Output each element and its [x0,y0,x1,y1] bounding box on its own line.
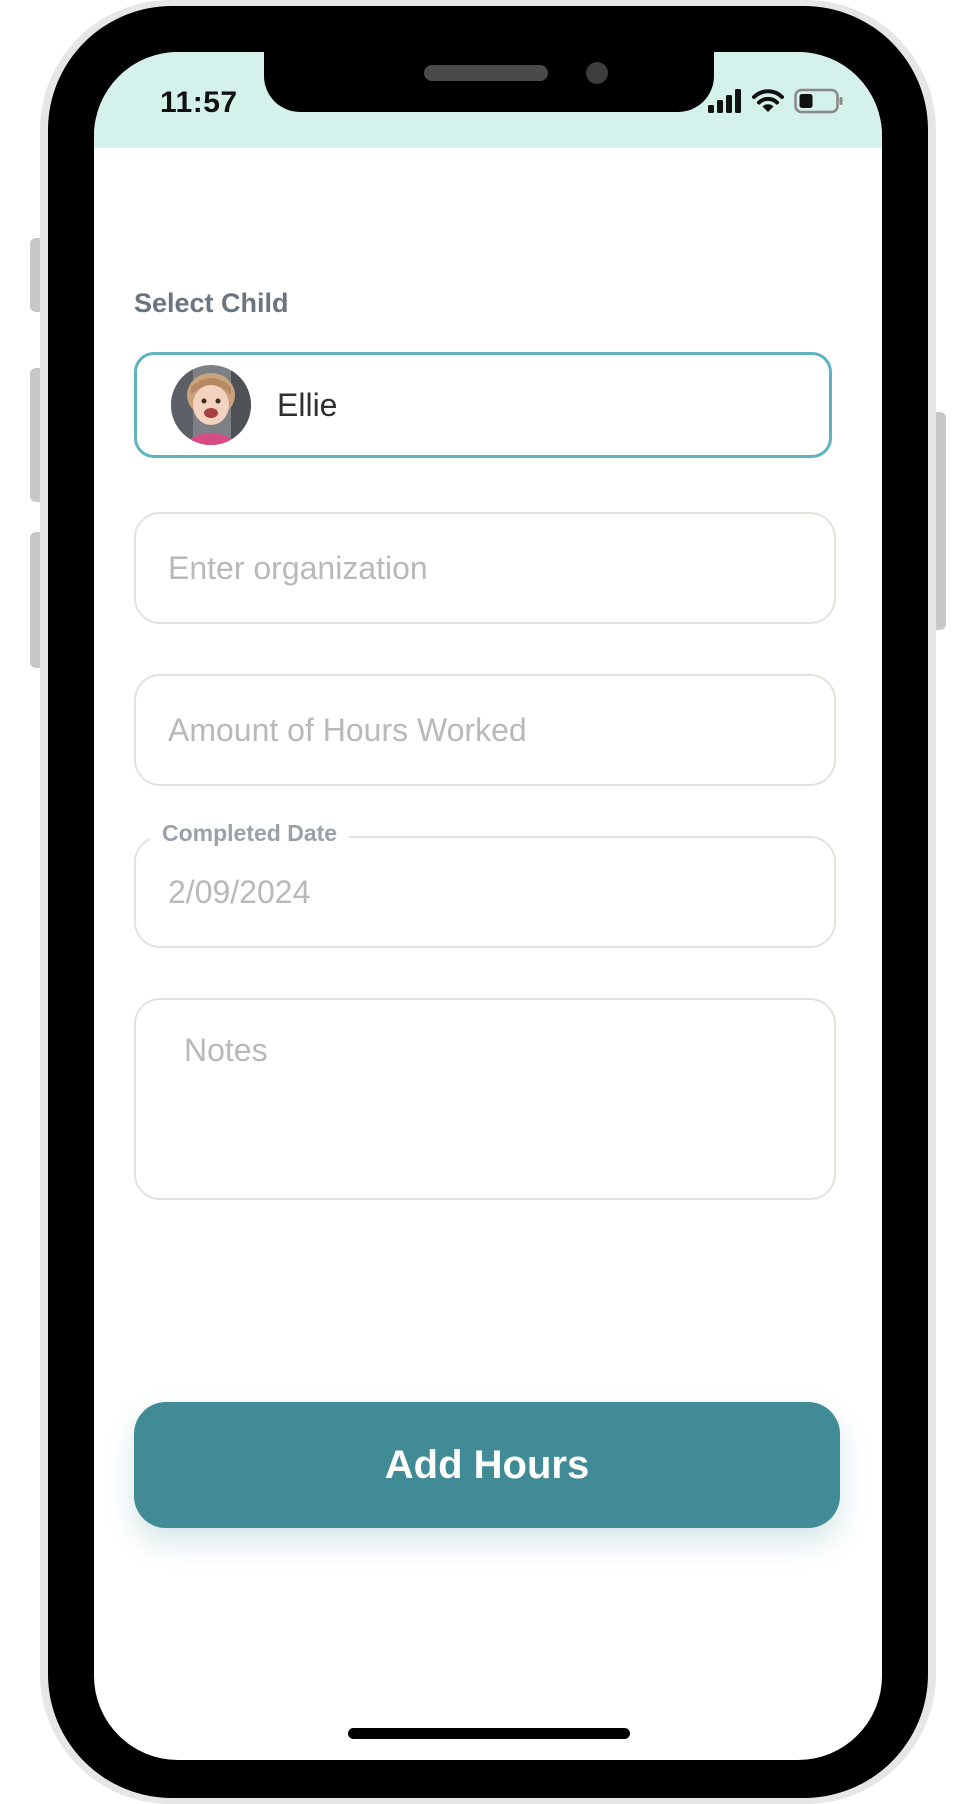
organization-input[interactable] [168,514,788,622]
selected-child-name: Ellie [277,386,338,423]
status-icons [708,88,844,119]
hours-field [134,674,836,786]
hours-worked-input[interactable] [168,676,788,784]
avatar [171,365,251,445]
front-camera [586,62,608,84]
device-mockup: 11:57 Select Child Ellie Enter organizat… [0,0,960,1804]
battery-icon [794,88,844,119]
wifi-icon [752,88,784,118]
completed-date-value: 2/09/2024 [168,874,311,910]
notes-textarea[interactable] [184,1032,804,1182]
status-bar: 11:57 [94,52,882,148]
notch [264,52,714,112]
notes-field [134,998,836,1200]
speaker-grille [424,65,548,81]
organization-field [134,512,836,624]
signal-icon [708,88,742,118]
child-select-dropdown[interactable]: Ellie [134,352,832,458]
home-indicator [348,1728,630,1739]
add-hours-button[interactable]: Add Hours [134,1402,840,1528]
app-screen: 11:57 Select Child Ellie Enter organizat… [94,52,882,1760]
completed-date-field[interactable]: Completed Date 2/09/2024 [134,820,836,948]
status-time: 11:57 [160,86,238,119]
select-child-label: Select Child [134,288,289,318]
completed-date-label: Completed Date [150,820,350,847]
